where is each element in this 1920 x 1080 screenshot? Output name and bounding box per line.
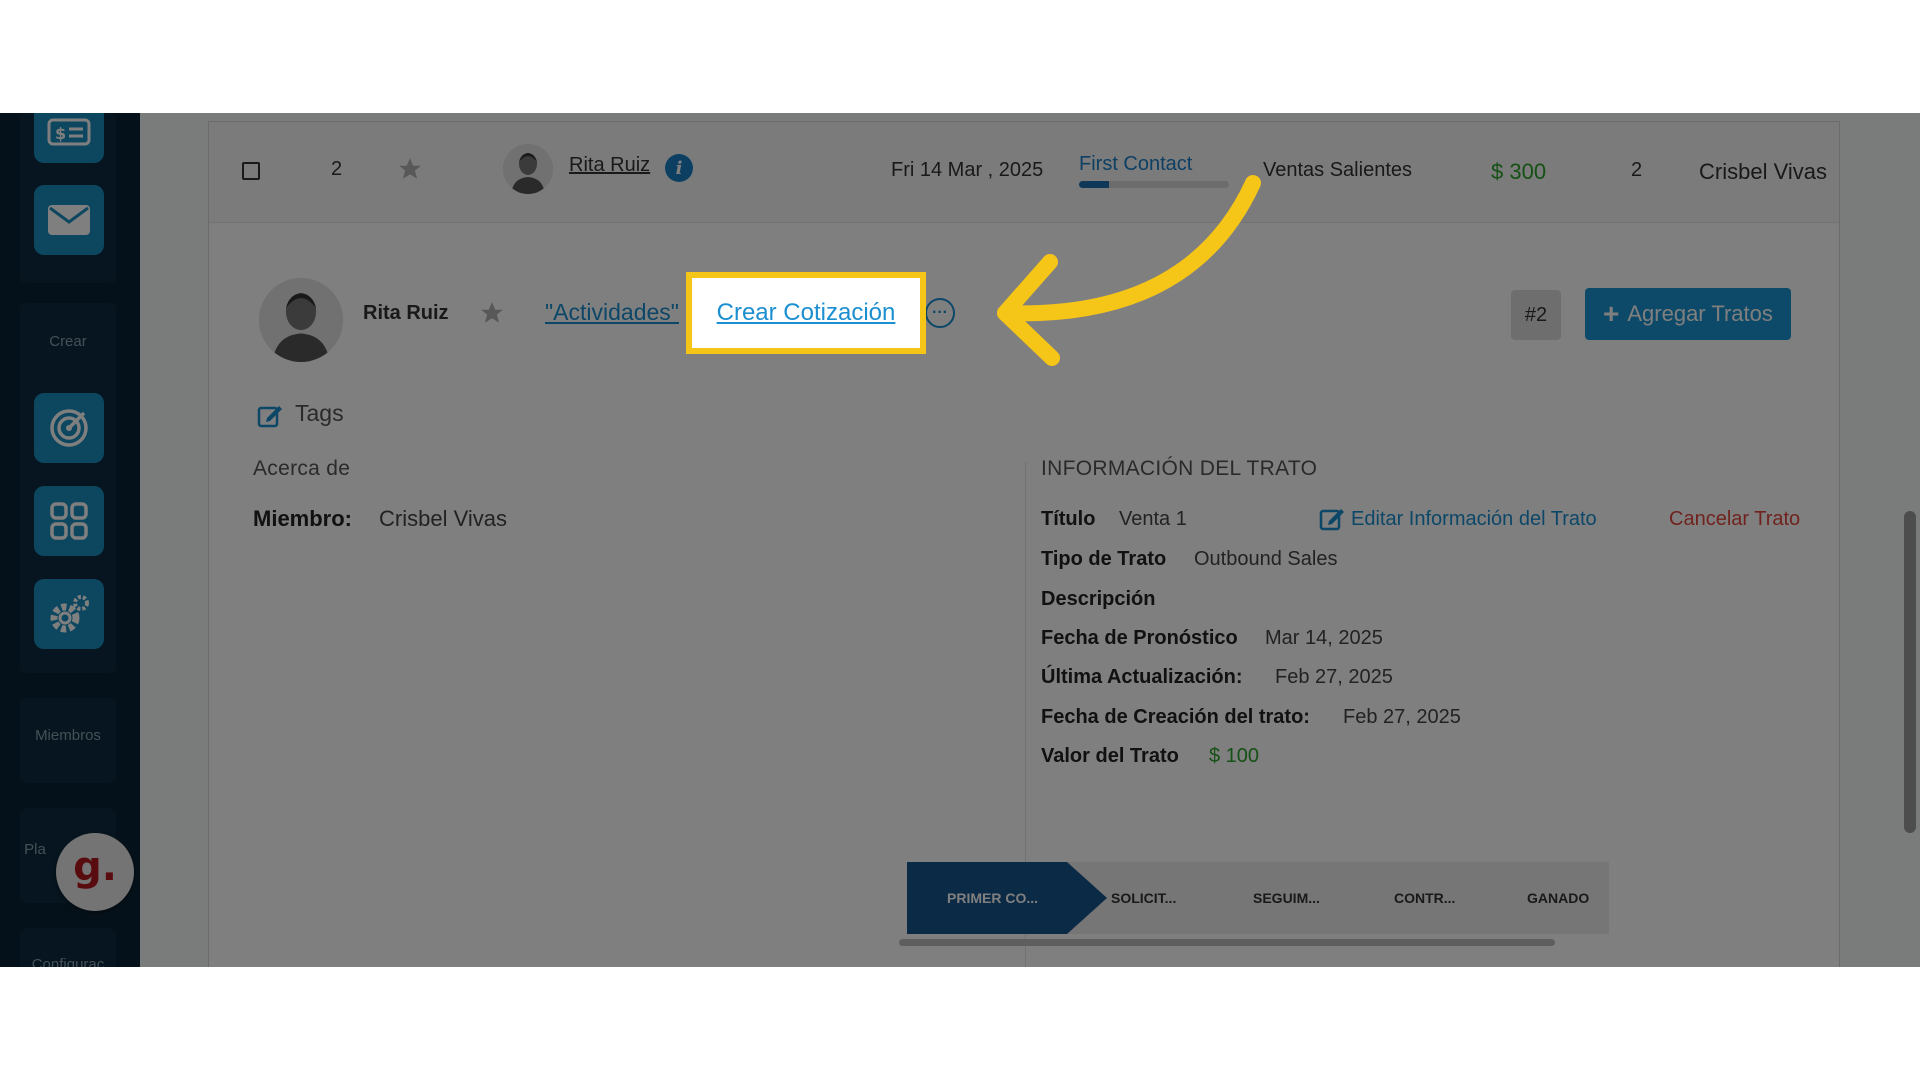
activities-link[interactable]: "Actividades" (545, 299, 679, 326)
plus-icon: + (1603, 298, 1620, 329)
type-label: Tipo de Trato (1041, 548, 1167, 570)
title-value: Venta 1 (1119, 508, 1187, 530)
chat-launcher-button[interactable]: g. (56, 833, 134, 911)
deal-card: 2 Rita Ruiz i Fri 14 Mar , 2025 First Co… (208, 121, 1840, 967)
row-count: 2 (1631, 159, 1643, 181)
pipeline-scrollbar[interactable] (899, 939, 1555, 946)
updated-value: Feb 27, 2025 (1275, 666, 1393, 688)
sidebar-label-settings[interactable]: Configurac (0, 956, 136, 967)
stage-progress-fill (1079, 181, 1109, 188)
updated-label: Última Actualización: (1041, 666, 1243, 688)
pipeline-stages: PRIMER CO... SOLICIT... SEGUIM... CONTR.… (907, 862, 1609, 934)
mail-icon[interactable] (34, 185, 104, 255)
row-amount: $ 300 (1491, 159, 1547, 184)
add-deals-button[interactable]: + Agregar Tratos (1585, 288, 1791, 340)
star-icon[interactable] (397, 156, 423, 187)
forecast-value: Mar 14, 2025 (1265, 627, 1383, 649)
main-content: 2 Rita Ruiz i Fri 14 Mar , 2025 First Co… (140, 113, 1920, 967)
value-label: Valor del Trato (1041, 745, 1179, 767)
tags-label[interactable]: Tags (295, 400, 344, 427)
invoice-icon[interactable]: $ (34, 113, 104, 163)
contact-name: Rita Ruiz (363, 302, 449, 324)
highlight-box: Crear Cotización (686, 272, 926, 354)
gear-icon[interactable] (34, 579, 104, 649)
edit-icon[interactable] (1319, 505, 1347, 536)
deal-info-title: INFORMACIÓN DEL TRATO (1041, 457, 1318, 480)
member-label: Miembro: (253, 506, 352, 531)
contact-avatar (259, 278, 343, 362)
value-amount: $ 100 (1209, 745, 1260, 767)
target-icon[interactable] (34, 393, 104, 463)
row-contact-link[interactable]: Rita Ruiz (569, 154, 650, 177)
info-icon[interactable]: i (665, 154, 693, 182)
row-checkbox[interactable] (242, 162, 260, 180)
pipeline-stage-5[interactable]: GANADO (1527, 862, 1589, 934)
description-label: Descripción (1041, 588, 1156, 610)
row-stage[interactable]: First Contact (1079, 153, 1192, 176)
svg-text:$: $ (55, 124, 66, 143)
row-date: Fri 14 Mar , 2025 (891, 159, 1044, 181)
sidebar-label-miembros[interactable]: Miembros (0, 727, 136, 744)
pipeline-stage-1[interactable]: PRIMER CO... (907, 862, 1107, 934)
chat-launcher-logo: g. (73, 844, 117, 890)
row-member: Crisbel Vivas (1699, 159, 1827, 184)
avatar (503, 144, 553, 194)
edit-tags-icon[interactable] (257, 402, 285, 433)
grid-icon[interactable] (34, 486, 104, 556)
edit-deal-link[interactable]: Editar Información del Trato (1351, 508, 1597, 531)
title-label: Título (1041, 508, 1096, 530)
stage-progress-bar (1079, 181, 1229, 188)
add-deals-label: Agregar Tratos (1627, 301, 1773, 326)
more-options-icon[interactable]: ··· (925, 298, 955, 328)
pipeline-stage-2[interactable]: SOLICIT... (1111, 862, 1176, 934)
about-title: Acerca de (253, 457, 351, 480)
member-value: Crisbel Vivas (379, 506, 507, 531)
pipeline-stage-4[interactable]: CONTR... (1394, 862, 1455, 934)
page-scrollbar[interactable] (1904, 511, 1916, 833)
sidebar: $ Crear Miembros Pla Configurac g. (0, 113, 140, 967)
row-pipeline: Ventas Salientes (1263, 159, 1412, 181)
created-value: Feb 27, 2025 (1343, 706, 1461, 728)
favorite-star-icon[interactable] (479, 300, 505, 331)
deal-row[interactable]: 2 Rita Ruiz i Fri 14 Mar , 2025 First Co… (209, 122, 1839, 223)
sidebar-label-crear: Crear (49, 333, 87, 350)
forecast-label: Fecha de Pronóstico (1041, 627, 1238, 649)
create-quote-link[interactable]: Crear Cotización (717, 299, 896, 327)
app-window: $ Crear Miembros Pla Configurac g. 2 Rit… (0, 113, 1920, 967)
created-label: Fecha de Creación del trato: (1041, 706, 1310, 728)
pipeline-stage-3[interactable]: SEGUIM... (1253, 862, 1320, 934)
row-number: 2 (331, 158, 343, 180)
deal-number-badge: #2 (1511, 290, 1561, 340)
cancel-deal-link[interactable]: Cancelar Trato (1669, 508, 1800, 531)
type-value: Outbound Sales (1194, 548, 1338, 570)
